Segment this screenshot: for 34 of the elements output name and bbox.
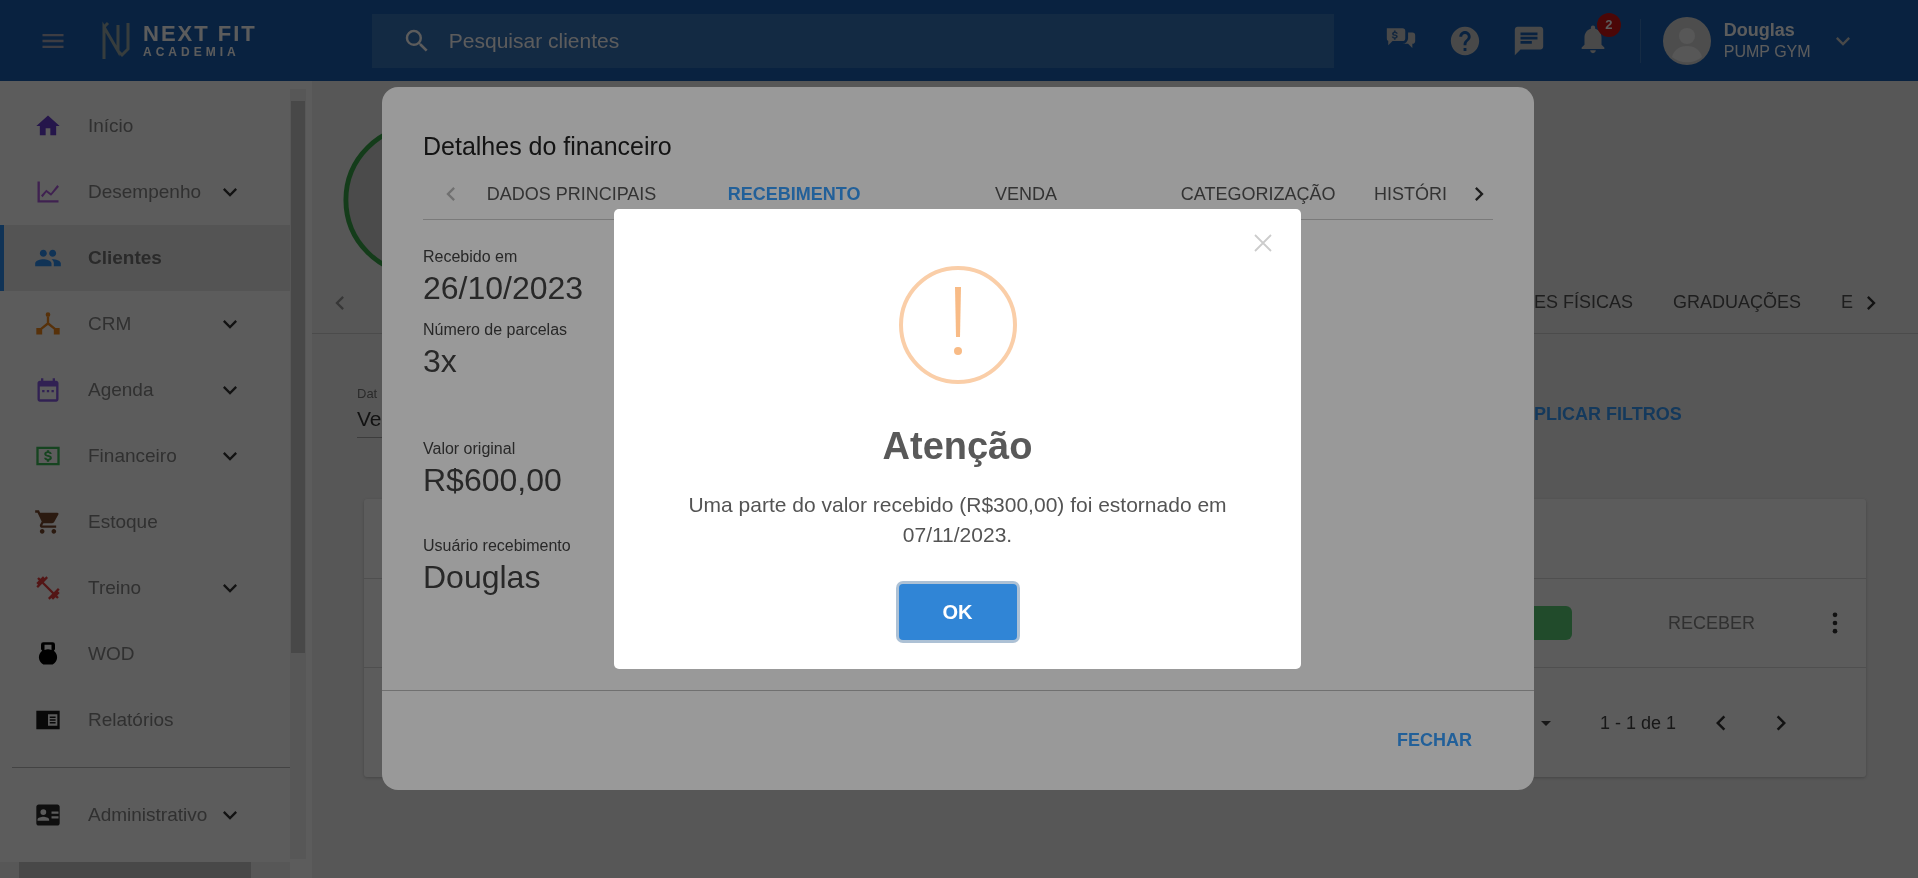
- logo-icon: [101, 20, 131, 61]
- tab[interactable]: HISTÓRI: [1374, 183, 1465, 205]
- field-value: 3x: [423, 343, 458, 380]
- tab[interactable]: E: [1841, 292, 1854, 313]
- status-button[interactable]: [1534, 606, 1572, 640]
- tab[interactable]: CATEGORIZAÇÃO: [1142, 183, 1375, 205]
- notification-badge: 2: [1596, 12, 1621, 37]
- alert-message: Uma parte do valor recebido (R$300,00) foi estornado em 07/11/2023.: [687, 492, 1228, 548]
- close-button[interactable]: FECHAR: [1385, 722, 1484, 759]
- avatar-icon[interactable]: [1662, 16, 1711, 65]
- warning-icon: [897, 265, 1018, 385]
- user-name: Douglas: [1723, 20, 1796, 41]
- network-icon: [34, 310, 62, 338]
- logo-subtitle: ACADEMIA: [143, 45, 241, 59]
- field-label: Usuário recebimento: [423, 537, 572, 555]
- tab[interactable]: RECEBIMENTO: [678, 183, 911, 205]
- field-label: Recebido em: [423, 248, 519, 266]
- pagination-text: 1 - 1 de 1: [1600, 712, 1677, 734]
- tab[interactable]: GRADUAÇÕES: [1673, 292, 1802, 313]
- tab[interactable]: ES FÍSICAS: [1534, 292, 1634, 313]
- field-label: Número de parcelas: [423, 321, 569, 339]
- field-value: R$600,00: [423, 462, 563, 499]
- ok-button[interactable]: OK: [898, 584, 1017, 640]
- tab[interactable]: DADOS PRINCIPAIS: [465, 183, 679, 205]
- alert-title: Atenção: [882, 425, 1033, 468]
- company-name: PUMP GYM: [1723, 43, 1811, 61]
- field-value: 26/10/2023: [423, 270, 585, 307]
- scrollbar[interactable]: [290, 89, 306, 859]
- field-value: Douglas: [423, 559, 542, 596]
- dialog-title: Detalhes do financeiro: [423, 132, 673, 161]
- apply-filters-link[interactable]: PLICAR FILTROS: [1534, 404, 1682, 425]
- logo-text: NEXT FIT: [143, 22, 257, 45]
- tab[interactable]: VENDA: [910, 183, 1143, 205]
- dumbbell-icon: [34, 574, 62, 602]
